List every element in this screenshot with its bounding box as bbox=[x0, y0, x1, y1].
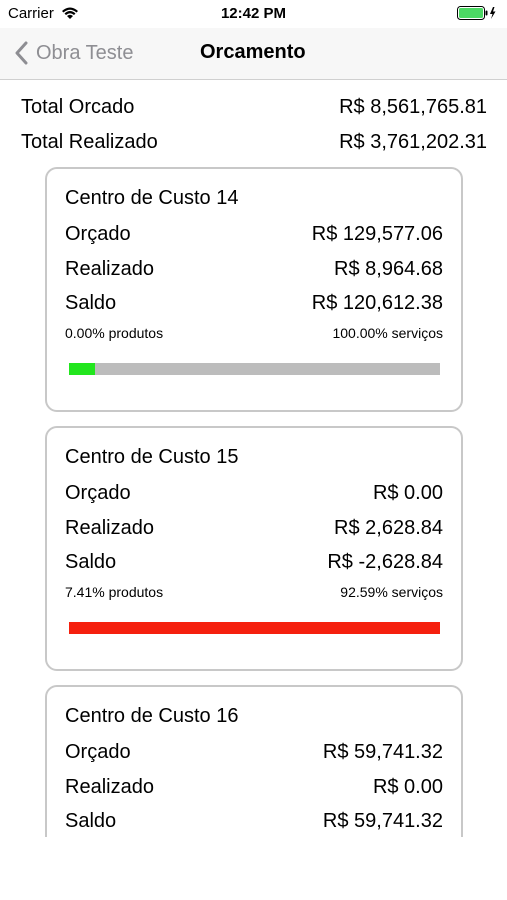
realizado-label: Realizado bbox=[65, 776, 154, 798]
cost-center-card[interactable]: Centro de Custo 16 Orçado R$ 59,741.32 R… bbox=[45, 685, 463, 837]
total-orcado-value: R$ 8,561,765.81 bbox=[339, 96, 487, 118]
navigation-bar: Obra Teste Orcamento bbox=[0, 28, 507, 80]
produtos-percent: 7.41% produtos bbox=[65, 584, 164, 600]
realizado-value: R$ 0.00 bbox=[372, 776, 443, 798]
total-realizado-value: R$ 3,761,202.31 bbox=[339, 131, 487, 153]
realizado-label: Realizado bbox=[65, 258, 154, 280]
orcado-label: Orçado bbox=[65, 741, 131, 763]
orcado-value: R$ 59,741.32 bbox=[322, 741, 443, 763]
back-button[interactable]: Obra Teste bbox=[14, 38, 133, 68]
battery-charging-icon bbox=[457, 6, 496, 20]
servicos-percent: 92.59% serviços bbox=[340, 584, 443, 600]
realizado-label: Realizado bbox=[65, 517, 154, 539]
back-label: Obra Teste bbox=[36, 41, 134, 64]
totals-summary: Total Orcado R$ 8,561,765.81 Total Reali… bbox=[0, 90, 507, 160]
realizado-value: R$ 8,964.68 bbox=[334, 258, 443, 280]
produtos-percent: 0.00% produtos bbox=[65, 325, 164, 341]
chevron-left-icon bbox=[15, 41, 28, 65]
cost-center-card[interactable]: Centro de Custo 15 Orçado R$ 0.00 Realiz… bbox=[45, 426, 463, 671]
orcado-row: Orçado R$ 59,741.32 bbox=[65, 741, 443, 767]
total-realizado-row: Total Realizado R$ 3,761,202.31 bbox=[0, 125, 507, 160]
orcado-row: Orçado R$ 0.00 bbox=[65, 482, 443, 508]
status-bar: Carrier 12:42 PM bbox=[0, 0, 507, 28]
realizado-row: Realizado R$ 2,628.84 bbox=[65, 517, 443, 543]
total-orcado-row: Total Orcado R$ 8,561,765.81 bbox=[0, 90, 507, 125]
saldo-row: Saldo R$ 59,741.32 bbox=[65, 810, 443, 836]
orcado-row: Orçado R$ 129,577.06 bbox=[65, 223, 443, 249]
orcado-value: R$ 129,577.06 bbox=[311, 223, 443, 245]
cost-center-card[interactable]: Centro de Custo 14 Orçado R$ 129,577.06 … bbox=[45, 167, 463, 412]
card-title: Centro de Custo 14 bbox=[65, 187, 239, 209]
card-title: Centro de Custo 15 bbox=[65, 446, 239, 468]
page-title: Orcamento bbox=[200, 41, 306, 63]
saldo-row: Saldo R$ -2,628.84 bbox=[65, 551, 443, 577]
orcado-label: Orçado bbox=[65, 482, 131, 504]
saldo-row: Saldo R$ 120,612.38 bbox=[65, 292, 443, 318]
status-time: 12:42 PM bbox=[220, 5, 287, 22]
saldo-value: R$ 120,612.38 bbox=[311, 292, 443, 314]
progress-fill bbox=[69, 622, 440, 634]
cost-center-list[interactable]: Centro de Custo 14 Orçado R$ 129,577.06 … bbox=[0, 167, 507, 837]
saldo-label: Saldo bbox=[65, 292, 117, 314]
progress-bar bbox=[69, 622, 440, 634]
progress-bar bbox=[69, 363, 440, 375]
realizado-row: Realizado R$ 0.00 bbox=[65, 776, 443, 802]
card-title: Centro de Custo 16 bbox=[65, 705, 239, 727]
total-orcado-label: Total Orcado bbox=[21, 96, 135, 118]
saldo-value: R$ 59,741.32 bbox=[322, 810, 443, 832]
saldo-value: R$ -2,628.84 bbox=[327, 551, 443, 573]
realizado-row: Realizado R$ 8,964.68 bbox=[65, 258, 443, 284]
saldo-label: Saldo bbox=[65, 551, 117, 573]
orcado-label: Orçado bbox=[65, 223, 131, 245]
realizado-value: R$ 2,628.84 bbox=[334, 517, 443, 539]
servicos-percent: 100.00% serviços bbox=[332, 325, 443, 341]
progress-fill bbox=[69, 363, 95, 375]
saldo-label: Saldo bbox=[65, 810, 117, 832]
orcado-value: R$ 0.00 bbox=[372, 482, 443, 504]
total-realizado-label: Total Realizado bbox=[21, 131, 158, 153]
